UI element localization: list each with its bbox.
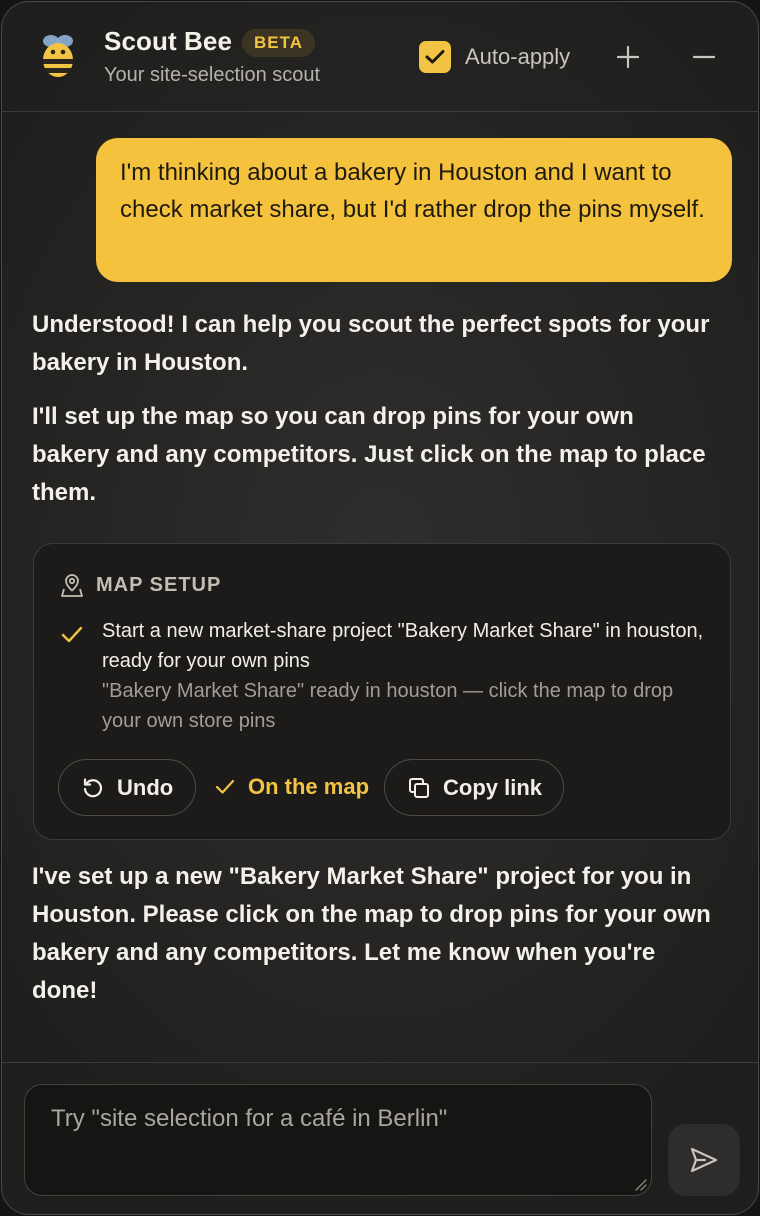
minus-icon [692,55,716,59]
send-icon [690,1147,718,1173]
chat-panel: Scout Bee BETA Your site-selection scout… [1,1,759,1215]
assistant-message: Understood! I can help you scout the per… [32,311,710,376]
composer-divider [2,1062,758,1063]
undo-label: Undo [117,774,174,800]
check-icon [425,50,445,64]
step-result: "Bakery Market Share" ready in houston —… [102,680,674,732]
plus-icon [616,45,640,69]
undo-button[interactable]: Undo [58,759,196,816]
step-done-check-icon [61,626,83,643]
header: Scout Bee BETA Your site-selection scout… [2,2,758,112]
undo-icon [83,777,103,797]
on-map-status: On the map [214,774,369,800]
auto-apply-checkbox[interactable] [419,41,451,73]
on-map-label: On the map [248,774,370,799]
map-setup-title: MAP SETUP [96,573,222,596]
step-description: Start a new market-share project "Bakery… [102,620,704,672]
check-icon [215,779,235,794]
map-setup-card: MAP SETUP Start a new market-share proje… [33,543,731,840]
message-input[interactable] [51,1105,625,1175]
copy-link-button[interactable]: Copy link [384,759,564,816]
message-composer[interactable] [24,1084,652,1196]
assistant-message: I've set up a new "Bakery Market Share" … [32,863,711,1004]
auto-apply-toggle[interactable]: Auto-apply [419,41,570,73]
beta-badge: BETA [242,29,316,57]
assistant-message: I'll set up the map so you can drop pins… [32,403,706,506]
resize-handle-icon[interactable] [633,1177,647,1191]
copy-icon [409,777,429,798]
map-pin-icon [61,574,83,597]
copy-link-label: Copy link [443,774,543,800]
bee-icon [43,35,73,77]
app-subtitle: Your site-selection scout [104,64,321,86]
user-message: I'm thinking about a bakery in Houston a… [96,138,732,282]
map-setup-header: MAP SETUP [60,572,221,598]
minimize-button[interactable] [687,40,721,74]
app-title: Scout Bee [104,26,233,56]
send-button[interactable] [668,1124,740,1196]
new-chat-button[interactable] [611,40,645,74]
auto-apply-label: Auto-apply [465,44,571,69]
